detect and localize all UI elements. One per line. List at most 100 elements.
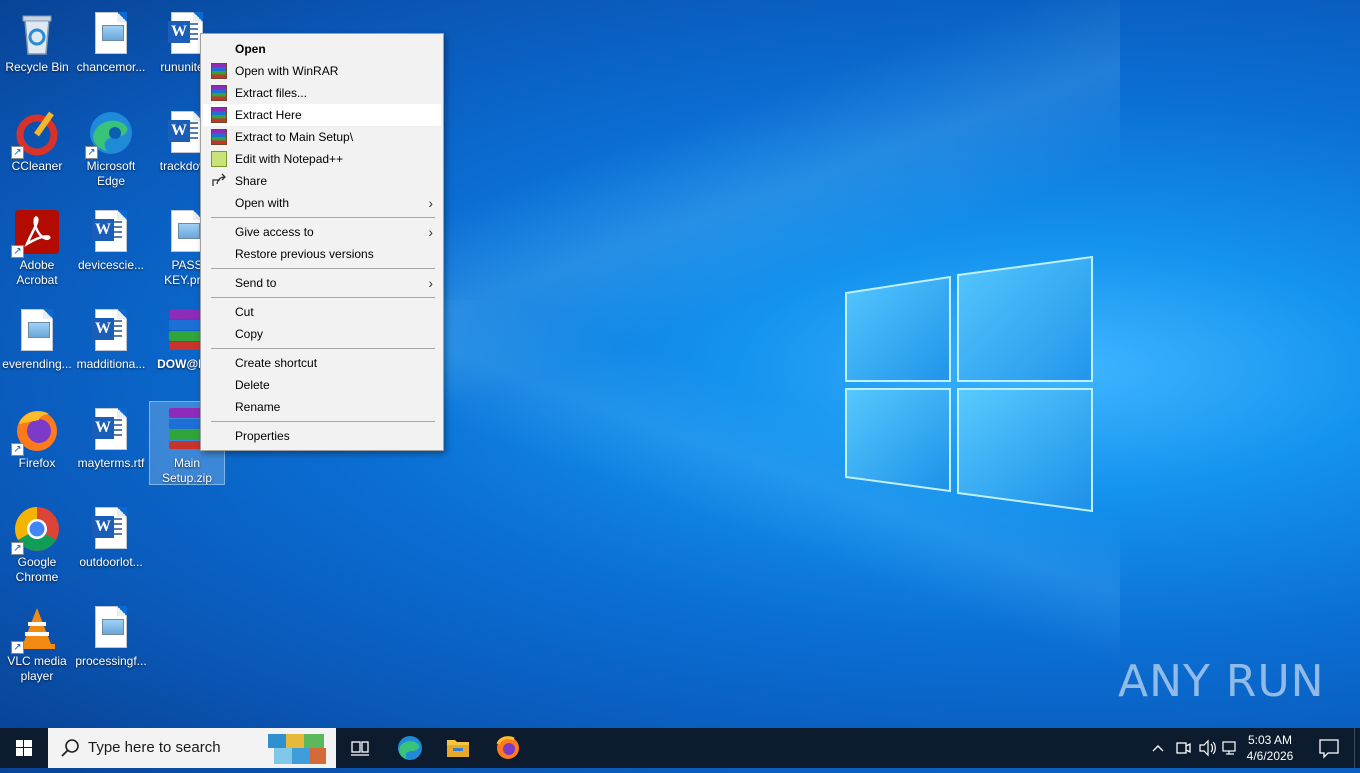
webcam-icon [1176,742,1191,754]
menu-item-extract-files[interactable]: Extract files... [203,82,441,104]
menu-item-rename[interactable]: Rename [203,396,441,418]
show-desktop-button[interactable] [1354,728,1360,768]
shortcut-arrow-icon: ↗ [11,443,24,456]
windows-wallpaper-logo [845,255,1093,513]
word-document-icon: W [87,505,135,553]
menu-separator [211,268,435,269]
menu-item-restore-previous-versions[interactable]: Restore previous versions [203,243,441,265]
icon-label: CCleaner [11,159,63,173]
start-button[interactable] [0,728,48,768]
volume-button[interactable] [1196,728,1218,768]
menu-separator [211,297,435,298]
icon-label: devicescie... [77,258,145,272]
menu-item-open-with-winrar[interactable]: Open with WinRAR [203,60,441,82]
desktop-icon-everending[interactable]: everending... [0,303,74,393]
network-icon [1222,741,1236,755]
menu-item-extract-here[interactable]: Extract Here [203,104,441,126]
menu-item-copy[interactable]: Copy [203,323,441,345]
menu-item-open[interactable]: Open [203,38,441,60]
desktop-icon-adobe-acrobat[interactable]: ↗ Adobe Acrobat [0,204,74,294]
menu-item-send-to[interactable]: Send to › [203,272,441,294]
share-icon [212,173,226,186]
desktop-icon-processingf[interactable]: processingf... [74,600,148,690]
chrome-icon: ↗ [11,505,61,555]
taskbar-file-explorer-button[interactable] [434,728,482,768]
icon-label: Microsoft Edge [86,159,136,188]
menu-item-label: Edit with Notepad++ [235,152,344,166]
desktop-icon-ccleaner[interactable]: ↗ CCleaner [0,105,74,195]
desktop-icon-firefox[interactable]: ↗ Firefox [0,402,74,492]
menu-item-label: Cut [235,305,254,319]
search-placeholder: Type here to search [88,739,221,756]
menu-separator [211,348,435,349]
taskbar-clock[interactable]: 5:03 AM 4/6/2026 [1240,732,1300,764]
desktop-icon-outdoorlot[interactable]: W outdoorlot... [74,501,148,591]
recycle-bin-icon [13,10,61,58]
menu-item-extract-to-folder[interactable]: Extract to Main Setup\ [203,126,441,148]
network-button[interactable] [1220,728,1242,768]
task-view-button[interactable] [336,728,384,768]
task-view-icon [351,741,369,756]
chevron-right-icon: › [428,275,433,291]
menu-item-label: Restore previous versions [235,247,374,261]
menu-item-label: Create shortcut [235,356,318,370]
clock-time: 5:03 AM [1247,733,1293,747]
menu-item-cut[interactable]: Cut [203,301,441,323]
icon-label: Recycle Bin [5,60,69,74]
windows-logo-icon [16,740,32,756]
vlc-cone-icon: ↗ [11,604,61,654]
menu-item-label: Send to [235,276,277,290]
shortcut-arrow-icon: ↗ [11,542,24,555]
icon-label: chancemor... [76,60,146,74]
show-hidden-icons-button[interactable] [1148,728,1168,768]
desktop-icon-madditiona[interactable]: W madditiona... [74,303,148,393]
menu-item-open-with[interactable]: Open with › [203,192,441,214]
chevron-right-icon: › [428,224,433,240]
desktop-icon-devicescie[interactable]: W devicescie... [74,204,148,294]
image-file-icon [13,307,61,355]
shortcut-arrow-icon: ↗ [11,146,24,159]
notepadpp-icon [211,151,227,167]
icon-label: processingf... [75,654,147,668]
menu-item-label: Extract files... [235,86,308,100]
menu-item-create-shortcut[interactable]: Create shortcut [203,352,441,374]
word-document-icon: W [87,406,135,454]
word-document-icon: W [87,208,135,256]
firefox-icon [496,736,519,759]
taskbar-edge-button[interactable] [386,728,434,768]
meet-now-tray-button[interactable] [1172,728,1194,768]
firefox-icon: ↗ [11,406,61,456]
chevron-right-icon: › [428,195,433,211]
clock-date: 4/6/2026 [1246,749,1294,763]
menu-item-label: Open with [235,196,290,210]
taskbar: Type here to search 5:03 AM 4/6/2026 [0,728,1360,768]
menu-item-label: Rename [235,400,281,414]
icon-label: everending... [2,357,72,371]
shortcut-arrow-icon: ↗ [11,245,24,258]
menu-item-edit-with-notepadpp[interactable]: Edit with Notepad++ [203,148,441,170]
speaker-icon [1199,739,1216,757]
desktop-icon-microsoft-edge[interactable]: ↗ Microsoft Edge [74,105,148,195]
menu-item-label: Extract to Main Setup\ [235,130,354,144]
menu-item-label: Extract Here [235,108,302,122]
desktop-icon-mayterms[interactable]: W mayterms.rtf [74,402,148,492]
desktop-icon-google-chrome[interactable]: ↗ Google Chrome [0,501,74,591]
action-center-button[interactable] [1312,728,1346,768]
menu-item-properties[interactable]: Properties [203,425,441,447]
image-file-icon [87,604,135,652]
icon-label: VLC media player [7,654,67,683]
menu-item-give-access-to[interactable]: Give access to › [203,221,441,243]
menu-separator [211,217,435,218]
menu-item-delete[interactable]: Delete [203,374,441,396]
winrar-icon [211,129,227,145]
menu-item-label: Delete [235,378,270,392]
taskbar-search-box[interactable]: Type here to search [48,728,336,768]
desktop-icon-recycle-bin[interactable]: Recycle Bin [0,6,74,96]
menu-item-share[interactable]: Share [203,170,441,192]
taskbar-firefox-button[interactable] [484,728,532,768]
menu-item-label: Properties [235,429,290,443]
folder-icon [447,740,469,757]
desktop-icon-vlc[interactable]: ↗ VLC media player [0,600,74,690]
desktop-icon-chancemor[interactable]: chancemor... [74,6,148,96]
icon-label: outdoorlot... [79,555,143,569]
